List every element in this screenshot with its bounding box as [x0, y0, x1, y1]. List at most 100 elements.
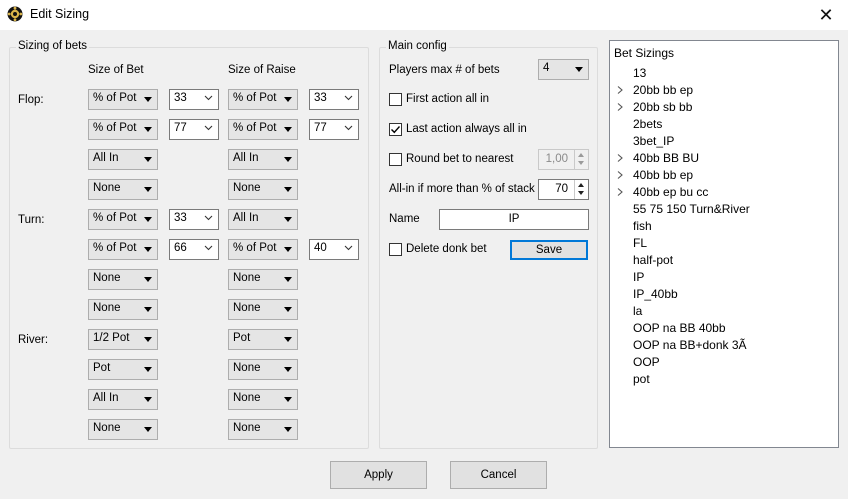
turn-raise-type-select[interactable]: % of Pot — [228, 239, 298, 260]
checkmark-icon — [391, 126, 401, 134]
chevron-down-icon — [284, 157, 292, 162]
spinner-down-icon — [578, 191, 584, 195]
bet-sizing-item[interactable]: half-pot — [610, 252, 838, 269]
spinner-buttons[interactable] — [574, 150, 588, 169]
bet-sizing-item[interactable]: FL — [610, 235, 838, 252]
flop-bet-type-select[interactable]: % of Pot — [88, 119, 158, 140]
bet-sizing-item[interactable]: la — [610, 303, 838, 320]
bet-sizing-item-label: 2bets — [633, 117, 663, 131]
river-raise-type-select[interactable]: Pot — [228, 329, 298, 350]
last-action-all-in-checkbox[interactable] — [389, 123, 402, 136]
chevron-right-icon[interactable] — [616, 103, 624, 111]
river-bet-type-select[interactable]: None — [88, 419, 158, 440]
flop-bet-size-combo[interactable]: 33 — [169, 89, 219, 110]
chevron-down-icon — [284, 337, 292, 342]
flop-raise-size-combo[interactable]: 33 — [309, 89, 359, 110]
delete-donk-bet-checkbox[interactable] — [389, 243, 402, 256]
name-label: Name — [389, 213, 420, 225]
flop-bet-type-select[interactable]: None — [88, 179, 158, 200]
bet-sizing-item[interactable]: 3bet_IP — [610, 133, 838, 150]
bet-sizings-list[interactable]: Bet Sizings 13 20bb bb ep 20bb sb bb 2bets 3… — [609, 40, 839, 448]
bet-sizing-item[interactable]: 40bb BB BU — [610, 150, 838, 167]
river-bet-type-select[interactable]: 1/2 Pot — [88, 329, 158, 350]
bet-sizing-item[interactable]: 40bb bb ep — [610, 167, 838, 184]
flop-raise-size-combo[interactable]: 77 — [309, 119, 359, 140]
chevron-right-icon[interactable] — [616, 188, 624, 196]
spinner-buttons[interactable] — [574, 180, 588, 199]
save-button[interactable]: Save — [510, 240, 588, 260]
flop-bet-type-select[interactable]: % of Pot — [88, 89, 158, 110]
river-raise-type-select[interactable]: None — [228, 419, 298, 440]
first-action-all-in-checkbox[interactable] — [389, 93, 402, 106]
cancel-button[interactable]: Cancel — [450, 461, 547, 489]
first-action-all-in-label: First action all in — [406, 93, 490, 105]
chevron-down-icon — [284, 397, 292, 402]
chevron-down-icon — [204, 95, 213, 101]
turn-bet-size-combo[interactable]: 66 — [169, 239, 219, 260]
players-max-bets-select[interactable]: 4 — [538, 59, 589, 80]
bet-sizing-item[interactable]: 55 75 150 Turn&River — [610, 201, 838, 218]
name-input[interactable]: IP — [439, 209, 589, 230]
bet-sizing-item[interactable]: OOP — [610, 354, 838, 371]
chevron-down-icon — [204, 245, 213, 251]
bet-sizing-item[interactable]: 40bb ep bu cc — [610, 184, 838, 201]
turn-bet-type-select[interactable]: % of Pot — [88, 209, 158, 230]
chevron-down-icon — [144, 127, 152, 132]
chevron-down-icon — [284, 277, 292, 282]
poker-chip-icon — [7, 6, 23, 22]
chevron-right-icon[interactable] — [616, 154, 624, 162]
close-button[interactable]: ✕ — [804, 0, 848, 30]
delete-donk-bet-label: Delete donk bet — [406, 243, 487, 255]
round-bet-spinner[interactable]: 1,00 — [538, 149, 589, 170]
bet-sizing-item-label: half-pot — [633, 253, 674, 267]
round-bet-checkbox[interactable] — [389, 153, 402, 166]
flop-raise-type-select[interactable]: % of Pot — [228, 89, 298, 110]
chevron-down-icon — [284, 367, 292, 372]
turn-bet-type-select[interactable]: None — [88, 269, 158, 290]
flop-raise-type-select[interactable]: All In — [228, 149, 298, 170]
turn-label: Turn: — [18, 214, 45, 226]
turn-bet-size-combo[interactable]: 33 — [169, 209, 219, 230]
turn-bet-type-select[interactable]: None — [88, 299, 158, 320]
chevron-down-icon — [204, 125, 213, 131]
chevron-right-icon[interactable] — [616, 86, 624, 94]
flop-label: Flop: — [18, 94, 44, 106]
size-of-raise-header: Size of Raise — [228, 64, 296, 76]
all-in-stack-spinner[interactable]: 70 — [538, 179, 589, 200]
bet-sizing-item-label: la — [633, 304, 643, 318]
bet-sizing-item[interactable]: OOP na BB+donk 3Ã — [610, 337, 838, 354]
turn-raise-size-combo[interactable]: 40 — [309, 239, 359, 260]
bet-sizing-item-label: 40bb BB BU — [633, 151, 700, 165]
river-raise-type-select[interactable]: None — [228, 389, 298, 410]
chevron-down-icon — [144, 277, 152, 282]
river-raise-type-select[interactable]: None — [228, 359, 298, 380]
bet-sizing-item[interactable]: 13 — [610, 65, 838, 82]
chevron-down-icon — [144, 307, 152, 312]
turn-bet-type-select[interactable]: % of Pot — [88, 239, 158, 260]
turn-raise-type-select[interactable]: None — [228, 299, 298, 320]
bet-sizing-item-label: pot — [633, 372, 650, 386]
bet-sizing-item[interactable]: fish — [610, 218, 838, 235]
chevron-right-icon[interactable] — [616, 171, 624, 179]
turn-raise-type-select[interactable]: All In — [228, 209, 298, 230]
window-title: Edit Sizing — [30, 7, 90, 21]
turn-raise-type-select[interactable]: None — [228, 269, 298, 290]
flop-bet-type-select[interactable]: All In — [88, 149, 158, 170]
bet-sizing-item[interactable]: 20bb sb bb — [610, 99, 838, 116]
river-label: River: — [18, 334, 49, 346]
bet-sizing-item[interactable]: IP — [610, 269, 838, 286]
bet-sizings-header: Bet Sizings — [614, 46, 675, 60]
flop-raise-type-select[interactable]: % of Pot — [228, 119, 298, 140]
bet-sizing-item-label: 13 — [633, 66, 647, 80]
apply-button[interactable]: Apply — [330, 461, 427, 489]
bet-sizing-item[interactable]: IP_40bb — [610, 286, 838, 303]
flop-bet-size-combo[interactable]: 77 — [169, 119, 219, 140]
bet-sizing-item[interactable]: OOP na BB 40bb — [610, 320, 838, 337]
bet-sizing-item[interactable]: pot — [610, 371, 838, 388]
bet-sizing-item[interactable]: 2bets — [610, 116, 838, 133]
bet-sizing-item[interactable]: 20bb bb ep — [610, 82, 838, 99]
river-bet-type-select[interactable]: Pot — [88, 359, 158, 380]
flop-raise-type-select[interactable]: None — [228, 179, 298, 200]
river-bet-type-select[interactable]: All In — [88, 389, 158, 410]
chevron-down-icon — [144, 157, 152, 162]
